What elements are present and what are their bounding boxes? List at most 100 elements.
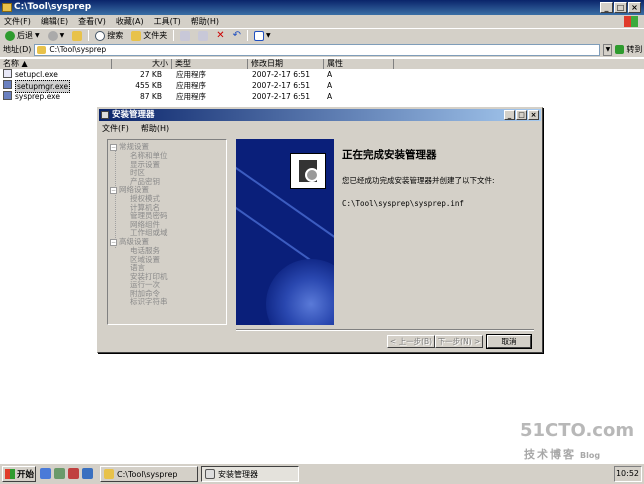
explorer-toolbar: 后退 ▼ ▼ 搜索 文件夹 ✕ ↶ ▼ — [0, 28, 644, 42]
file-size: 455 KB — [135, 81, 162, 90]
windows-logo-icon — [5, 469, 15, 479]
dialog-menu-bar: 文件(F) 帮助(H) — [102, 123, 169, 134]
delete-button[interactable]: ✕ — [214, 30, 226, 42]
go-button[interactable]: 转到 — [615, 44, 642, 55]
back-wizard-button[interactable]: < 上一步(B) — [387, 335, 435, 348]
taskbar-item-label: 安装管理器 — [218, 469, 258, 479]
tree-group[interactable]: − 网络设置 — [110, 185, 149, 194]
quicklaunch-desktop-icon[interactable] — [54, 468, 65, 479]
forward-arrow-icon — [47, 30, 58, 41]
file-row[interactable]: sysprep.exe 87 KB 应用程序 2007-2-17 6:51 A — [0, 91, 400, 102]
menu-favorites[interactable]: 收藏(A) — [116, 16, 144, 27]
tree-line — [115, 150, 116, 248]
dialog-close-button[interactable]: × — [528, 110, 539, 120]
output-file-path: C:\Tool\sysprep\sysprep.inf — [342, 199, 464, 208]
file-name: sysprep.exe — [15, 92, 60, 101]
quicklaunch-ie-icon[interactable] — [40, 468, 51, 479]
dialog-menu-file[interactable]: 文件(F) — [102, 123, 129, 134]
dialog-maximize-button[interactable]: □ — [516, 110, 527, 120]
address-dropdown-button[interactable]: ▼ — [603, 43, 613, 56]
cd-disc-graphic — [266, 259, 334, 325]
forward-button[interactable]: ▼ — [46, 30, 67, 42]
views-icon — [254, 30, 265, 41]
minimize-button[interactable]: _ — [600, 2, 613, 13]
tree-group[interactable]: − 常规设置 — [110, 142, 149, 151]
up-folder-button[interactable] — [70, 30, 84, 42]
explorer-title-bar[interactable]: C:\Tool\sysprep _ □ × — [0, 0, 644, 15]
folders-label: 文件夹 — [143, 31, 168, 40]
search-icon — [95, 30, 106, 41]
tree-group[interactable]: − 高级设置 — [110, 237, 149, 246]
menu-edit[interactable]: 编辑(E) — [41, 16, 68, 27]
cancel-button[interactable]: 取消 — [486, 334, 532, 349]
search-button[interactable]: 搜索 — [93, 30, 125, 42]
button-separator — [236, 329, 534, 331]
file-date: 2007-2-17 6:51 — [252, 92, 311, 101]
file-name: setupcl.exe — [15, 70, 58, 79]
folder-icon — [131, 30, 142, 41]
file-row[interactable]: setupmgr.exe 455 KB 应用程序 2007-2-17 6:51 … — [0, 80, 400, 93]
delete-icon: ✕ — [216, 30, 225, 41]
next-wizard-button[interactable]: 下一步(N) > — [435, 335, 483, 348]
quicklaunch-app-icon[interactable] — [82, 468, 93, 479]
undo-button[interactable]: ↶ — [231, 30, 243, 42]
folders-button[interactable]: 文件夹 — [129, 30, 169, 42]
start-button[interactable]: 开始 — [2, 466, 36, 482]
wizard-heading: 正在完成安装管理器 — [342, 149, 437, 161]
go-label: 转到 — [626, 45, 643, 54]
dialog-minimize-button[interactable]: _ — [504, 110, 515, 120]
toolbar-separator — [247, 30, 249, 41]
address-bar: 地址(D) C:\Tool\sysprep ▼ 转到 — [0, 42, 644, 57]
menu-help[interactable]: 帮助(H) — [191, 16, 219, 27]
back-button[interactable]: 后退 ▼ — [3, 30, 42, 42]
folder-icon — [2, 3, 12, 12]
tree-item[interactable]: 工作组或域 — [130, 228, 168, 237]
system-tray-clock[interactable]: 10:52 — [614, 466, 642, 482]
exe-file-icon — [3, 80, 12, 89]
toolbar-separator — [173, 30, 175, 41]
wizard-description: 您已经成功完成安装管理器并创建了以下文件: — [342, 176, 495, 185]
start-label: 开始 — [17, 470, 35, 480]
maximize-button[interactable]: □ — [614, 2, 627, 13]
menu-file[interactable]: 文件(F) — [4, 16, 31, 27]
address-label: 地址(D) — [3, 45, 32, 54]
views-button[interactable]: ▼ — [252, 30, 273, 42]
dialog-menu-help[interactable]: 帮助(H) — [141, 123, 169, 134]
explorer-menu-bar: 文件(F) 编辑(E) 查看(V) 收藏(A) 工具(T) 帮助(H) — [0, 15, 644, 28]
exe-file-icon — [3, 91, 12, 100]
setup-manager-icon — [205, 469, 215, 479]
go-arrow-icon — [615, 45, 625, 54]
file-attr: A — [327, 81, 333, 90]
back-arrow-icon — [5, 30, 15, 41]
file-attr: A — [327, 92, 333, 101]
move-to-button[interactable] — [178, 30, 192, 42]
windows-logo-icon — [624, 16, 638, 27]
watermark-logo: 51CTO.com — [520, 420, 635, 441]
setup-package-icon — [290, 153, 326, 189]
wizard-banner-image — [236, 139, 334, 325]
menu-view[interactable]: 查看(V) — [78, 16, 106, 27]
quicklaunch-app-icon[interactable] — [68, 468, 79, 479]
taskbar-item-explorer[interactable]: C:\Tool\sysprep — [100, 466, 198, 482]
dialog-title: 安装管理器 — [112, 110, 155, 120]
toolbar-separator — [88, 30, 90, 41]
taskbar: 开始 C:\Tool\sysprep 安装管理器 10:52 — [0, 463, 644, 484]
file-row[interactable]: setupcl.exe 27 KB 应用程序 2007-2-17 6:51 A — [0, 69, 400, 80]
copy-to-button[interactable] — [196, 30, 210, 42]
setup-manager-dialog: 安装管理器 _ □ × 文件(F) 帮助(H) − 常规设置 名称和单位 显示设置… — [97, 107, 543, 353]
file-type: 应用程序 — [176, 92, 206, 101]
address-input[interactable]: C:\Tool\sysprep — [34, 43, 601, 56]
setup-manager-icon — [101, 111, 109, 119]
file-size: 27 KB — [140, 70, 162, 79]
close-button[interactable]: × — [628, 2, 641, 13]
up-folder-icon — [72, 30, 83, 41]
menu-tools[interactable]: 工具(T) — [154, 16, 181, 27]
taskbar-item-setup-manager[interactable]: 安装管理器 — [201, 466, 299, 482]
file-attr: A — [327, 70, 333, 79]
dialog-title-bar[interactable]: 安装管理器 _ □ × — [99, 109, 541, 121]
file-date: 2007-2-17 6:51 — [252, 81, 311, 90]
settings-tree: − 常规设置 名称和单位 显示设置 时区 产品密钥 − 网络设置 授权模式 计算机名… — [107, 139, 227, 325]
file-type: 应用程序 — [176, 81, 206, 90]
tree-item[interactable]: 标识字符串 — [130, 297, 168, 306]
copy-icon — [198, 30, 209, 41]
